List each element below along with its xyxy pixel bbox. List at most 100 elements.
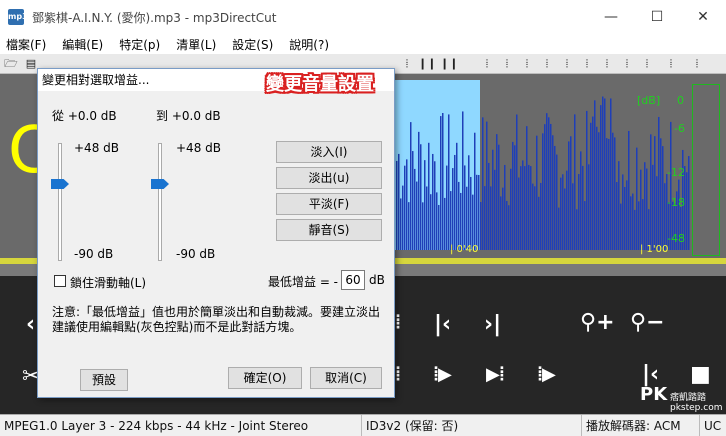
waveform-bar: [512, 141, 514, 250]
min-gain-unit: dB: [369, 273, 385, 287]
skip-end-icon[interactable]: ›|: [484, 312, 501, 337]
waveform-bar: [418, 131, 420, 250]
app-window: mp3 鄧紫棋-A.I.N.Y. (愛你).mp3 - mp3DirectCut…: [0, 0, 726, 436]
lock-slider-checkbox[interactable]: [54, 275, 66, 287]
open-icon[interactable]: 🗁: [4, 57, 18, 71]
play-sel-end-icon[interactable]: ⦙▶: [538, 364, 556, 385]
app-icon: mp3: [8, 9, 28, 25]
waveform-bar: [632, 193, 634, 250]
menu-settings[interactable]: 設定(S): [232, 36, 273, 53]
play-sel-start-icon[interactable]: ⦙▶: [434, 364, 452, 385]
waveform-bar: [402, 185, 404, 250]
time-mark-100: | 1'00: [640, 244, 669, 255]
waveform-bar: [524, 166, 526, 250]
waveform-bar: [522, 160, 524, 250]
waveform-bar: [530, 166, 532, 250]
left-max-label: +48 dB: [74, 141, 119, 155]
marker2-icon[interactable]: ⦙: [396, 364, 400, 385]
minimize-button[interactable]: —: [588, 0, 634, 34]
waveform-bar: [508, 205, 510, 250]
menu-list[interactable]: 清單(L): [176, 36, 216, 53]
waveform-bar: [490, 186, 492, 250]
waveform-bar: [610, 98, 612, 250]
waveform-bar: [492, 149, 494, 250]
waveform-bar: [590, 122, 592, 250]
cue-icon[interactable]: ⦙: [400, 57, 414, 71]
waveform-bar: [476, 174, 478, 250]
split2-icon[interactable]: ⦙: [500, 57, 514, 71]
waveform-bar: [598, 132, 600, 250]
waveform-bar: [554, 145, 556, 250]
dialog-note: 注意:「最低增益」值也用於簡單淡出和自動裁減。要建立淡出建議使用編輯點(灰色控點…: [52, 305, 381, 334]
waveform-bar: [596, 126, 598, 250]
waveform-bar: [594, 100, 596, 250]
split10-icon[interactable]: ⦙: [664, 57, 678, 71]
waveform-bar: [626, 180, 628, 250]
waveform-bar: [586, 110, 588, 250]
split7-icon[interactable]: ⦙: [600, 57, 614, 71]
ok-button[interactable]: 確定(O): [228, 367, 302, 389]
waveform-bar: [484, 186, 486, 250]
close-button[interactable]: ✕: [680, 0, 726, 34]
split6-icon[interactable]: ⦙: [580, 57, 594, 71]
fade-in-button[interactable]: 淡入(I): [276, 141, 382, 163]
min-gain-input[interactable]: 60: [341, 270, 365, 290]
waveform-bar: [622, 174, 624, 250]
from-gain-slider-track[interactable]: [58, 143, 62, 261]
stop-icon[interactable]: ■: [690, 362, 711, 387]
to-gain-slider-thumb[interactable]: [151, 179, 169, 189]
waveform-bar: [604, 98, 606, 250]
play-sel-icon[interactable]: ▶⦙: [486, 364, 504, 385]
mute-button[interactable]: 靜音(S): [276, 219, 382, 241]
from-gain-label: 從 +0.0 dB: [52, 109, 117, 123]
waveform-bar: [414, 168, 416, 250]
waveform-bar: [452, 168, 454, 250]
waveform-bar: [624, 186, 626, 250]
waveform-bar: [464, 165, 466, 250]
split8-icon[interactable]: ⦙: [620, 57, 634, 71]
lock-slider-label[interactable]: 鎖住滑動軸(L): [70, 274, 146, 291]
menu-help[interactable]: 說明(?): [289, 36, 329, 53]
flat-button[interactable]: 平淡(F): [276, 193, 382, 215]
waveform-bar: [546, 113, 548, 251]
to-gain-label: 到 +0.0 dB: [156, 109, 221, 123]
zoom-out-icon[interactable]: ⚲−: [630, 310, 665, 335]
split4-icon[interactable]: ⦙: [540, 57, 554, 71]
split9-icon[interactable]: ⦙: [640, 57, 654, 71]
split5-icon[interactable]: ⦙: [560, 57, 574, 71]
right-max-label: +48 dB: [176, 141, 221, 155]
waveform-bar: [510, 168, 512, 250]
menu-special[interactable]: 特定(p): [119, 36, 160, 53]
waveform-bar: [600, 105, 602, 250]
menu-file[interactable]: 檔案(F): [6, 36, 46, 53]
pause-mark-icon[interactable]: ❙❙: [418, 57, 436, 71]
time-mark-40: | 0'40: [450, 244, 479, 255]
marker-icon[interactable]: ⦙: [396, 312, 400, 333]
waveform-bar: [518, 177, 520, 250]
waveform-bar: [532, 183, 534, 250]
skip-start-icon[interactable]: |‹: [434, 312, 451, 337]
menu-edit[interactable]: 編輯(E): [62, 36, 103, 53]
fade-out-button[interactable]: 淡出(u): [276, 167, 382, 189]
to-gain-slider-track[interactable]: [158, 143, 162, 261]
watermark-name: 痞凱踏踏: [670, 393, 707, 403]
waveform-bar: [602, 96, 604, 250]
split-icon[interactable]: ⦙: [480, 57, 494, 71]
zoom-in-icon[interactable]: ⚲+: [580, 310, 615, 335]
waveform-bar: [442, 113, 444, 250]
save-icon[interactable]: ▤: [24, 57, 38, 71]
split3-icon[interactable]: ⦙: [520, 57, 534, 71]
waveform-bar: [400, 198, 402, 250]
maximize-button[interactable]: ☐: [634, 0, 680, 34]
waveform-bar: [438, 204, 440, 250]
gain-dialog: 變更相對選取增益... 從 +0.0 dB 到 +0.0 dB +48 dB -…: [37, 68, 395, 398]
prev-icon[interactable]: ‹: [26, 312, 35, 337]
cancel-button[interactable]: 取消(C): [310, 367, 382, 389]
waveform-bar: [540, 182, 542, 250]
split11-icon[interactable]: ⦙: [690, 57, 704, 71]
default-button[interactable]: 預設: [80, 369, 128, 391]
from-gain-slider-thumb[interactable]: [51, 179, 69, 189]
waveform-bar: [608, 138, 610, 250]
pause-icon[interactable]: ❙❙: [440, 57, 458, 71]
waveform-bar: [550, 123, 552, 250]
